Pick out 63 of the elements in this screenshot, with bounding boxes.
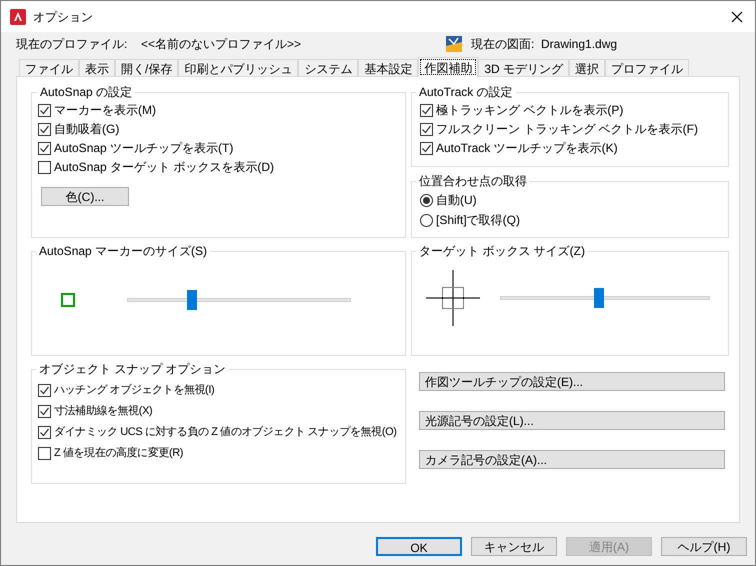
checkbox[interactable]	[420, 104, 433, 116]
tab[interactable]: システム	[298, 59, 358, 76]
radio-button[interactable]	[420, 214, 433, 226]
tab[interactable]: 作図補助	[418, 57, 478, 77]
checkbox-label: マーカーを表示(M)	[54, 102, 156, 119]
slider-track[interactable]	[127, 290, 351, 310]
radio-label: 自動(U)	[436, 192, 477, 209]
group-title: AutoSnap マーカーのサイズ(S)	[38, 243, 208, 260]
settings-button[interactable]: 光源記号の設定(L)...	[419, 411, 725, 430]
close-icon[interactable]	[731, 10, 743, 22]
tab[interactable]: 開く/保存	[115, 59, 178, 76]
radio-label: [Shift]で取得(Q)	[436, 212, 520, 229]
tab[interactable]: 基本設定	[358, 59, 418, 76]
checkbox-label: Z 値を現在の高度に変更(R)	[54, 446, 184, 461]
checkbox[interactable]	[38, 160, 51, 174]
checkbox[interactable]	[38, 426, 51, 438]
checkbox-label: ハッチング オブジェクトを無視(I)	[54, 382, 214, 398]
checkbox-label: AutoTrack ツールチップを表示(K)	[436, 140, 618, 157]
group-title: ターゲット ボックス サイズ(Z)	[418, 243, 586, 260]
checkbox-label: ダイナミック UCS に対する負の Z 値のオブジェクト スナップを無視(O)	[54, 424, 397, 440]
color-button[interactable]: 色(C)...	[41, 187, 129, 206]
checkbox[interactable]	[38, 446, 51, 460]
tab[interactable]: 印刷とパブリッシュ	[178, 59, 298, 76]
app-icon	[10, 8, 26, 24]
group-title: AutoTrack の設定	[418, 84, 514, 101]
tab[interactable]: プロファイル	[605, 59, 690, 76]
checkbox[interactable]	[38, 104, 51, 116]
marker-preview-icon	[61, 293, 75, 307]
drawing-icon	[446, 36, 462, 52]
checkbox-label: AutoSnap ターゲット ボックスを表示(D)	[54, 159, 274, 176]
tab[interactable]: 表示	[79, 59, 115, 76]
checkbox-label: 極トラッキング ベクトルを表示(P)	[436, 102, 624, 119]
dialog-button[interactable]: ヘルプ(H)	[661, 537, 747, 556]
slider-track[interactable]	[500, 288, 710, 308]
radio-button[interactable]	[420, 194, 433, 206]
tab[interactable]: 選択	[569, 59, 606, 76]
group-title: 位置合わせ点の取得	[418, 173, 528, 190]
checkbox[interactable]	[38, 142, 51, 154]
dialog-button[interactable]: OK	[376, 537, 462, 556]
group-title: オブジェクト スナップ オプション	[38, 361, 227, 378]
crosshair-icon	[426, 270, 480, 326]
checkbox-label: AutoSnap ツールチップを表示(T)	[54, 140, 234, 157]
checkbox[interactable]	[38, 122, 51, 136]
settings-button[interactable]: 作図ツールチップの設定(E)...	[419, 372, 725, 391]
checkbox[interactable]	[420, 122, 433, 136]
tab[interactable]: ファイル	[19, 59, 79, 76]
checkbox[interactable]	[38, 384, 51, 396]
profile-name: <<名前のないプロファイル>>	[141, 36, 302, 53]
slider-thumb[interactable]	[186, 290, 197, 310]
dialog-button[interactable]: キャンセル	[471, 537, 557, 556]
drawing-label: 現在の図面:	[471, 36, 536, 53]
group-title: AutoSnap の設定	[39, 84, 134, 101]
checkbox-label: フルスクリーン トラッキング ベクトルを表示(F)	[436, 121, 698, 138]
checkbox[interactable]	[420, 142, 433, 154]
slider-thumb[interactable]	[594, 288, 604, 308]
profile-label: 現在のプロファイル:	[16, 36, 128, 53]
drawing-name: Drawing1.dwg	[541, 36, 618, 53]
checkbox[interactable]	[38, 404, 51, 418]
window-title: オプション	[33, 8, 93, 26]
checkbox-label: 自動吸着(G)	[54, 121, 120, 138]
checkbox-label: 寸法補助線を無視(X)	[54, 404, 152, 419]
tab[interactable]: 3D モデリング	[478, 59, 570, 76]
settings-button[interactable]: カメラ記号の設定(A)...	[419, 450, 725, 469]
